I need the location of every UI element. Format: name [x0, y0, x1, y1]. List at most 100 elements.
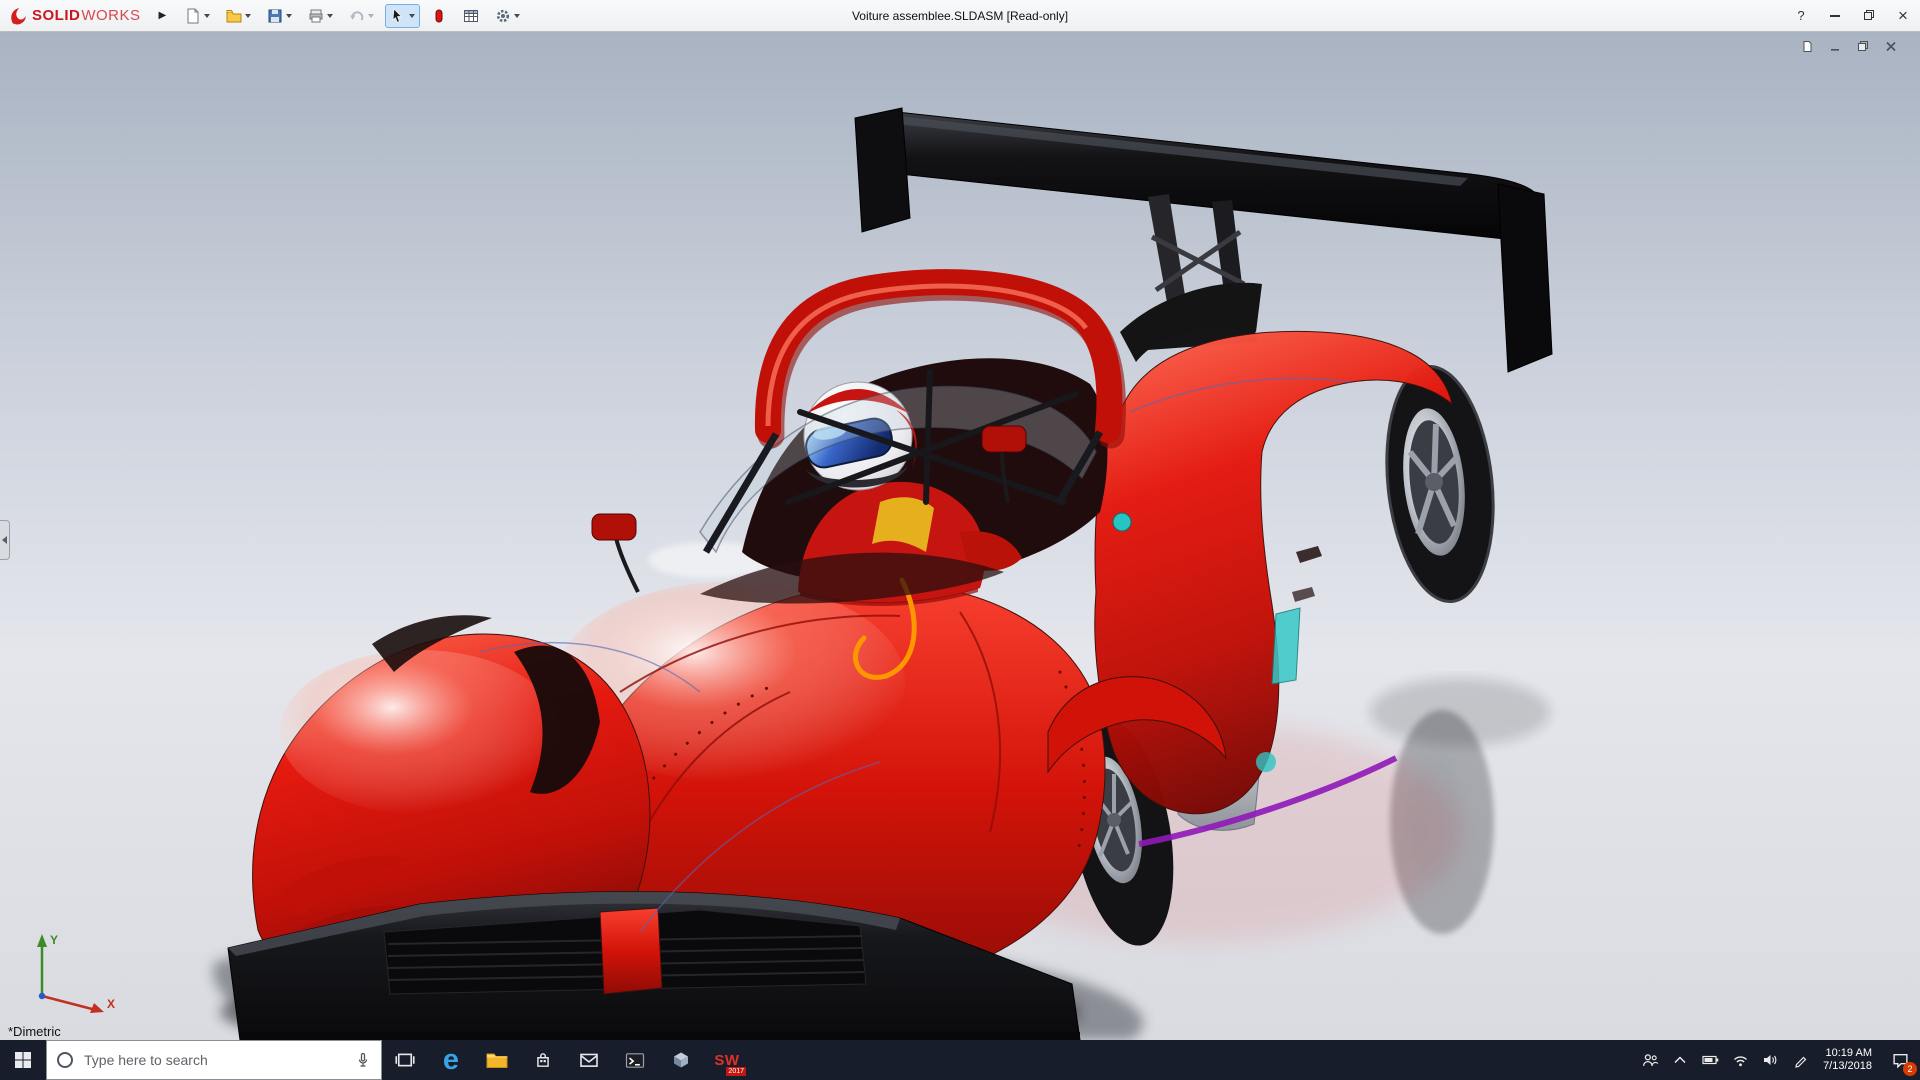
file-explorer-button[interactable] — [474, 1040, 520, 1080]
solidworks-app-icon: SW — [714, 1051, 740, 1069]
undo-button[interactable] — [344, 4, 379, 28]
dassault-ds-icon — [11, 7, 26, 24]
close-icon: × — [1898, 6, 1908, 25]
rear-wing[interactable] — [854, 107, 1553, 373]
clock-time: 10:19 AM — [1825, 1047, 1872, 1059]
pen-button[interactable] — [1785, 1040, 1815, 1080]
people-icon — [1642, 1054, 1658, 1066]
close-button[interactable]: × — [1886, 0, 1920, 31]
child-close-button[interactable] — [1880, 38, 1902, 55]
new-document-button[interactable] — [180, 4, 215, 28]
file-explorer-icon — [486, 1053, 508, 1068]
dropdown-arrow-icon[interactable] — [368, 13, 375, 18]
task-view-button[interactable] — [382, 1040, 428, 1080]
dropdown-arrow-icon[interactable] — [286, 13, 293, 18]
document-title: Voiture assemblee.SLDASM [Read-only] — [851, 8, 1069, 23]
solidworks-app-year: 2017 — [726, 1067, 746, 1076]
y-axis-label: Y — [50, 933, 58, 947]
document-window-controls — [1796, 38, 1902, 55]
dropdown-arrow-icon[interactable] — [514, 13, 521, 18]
left-mirror — [591, 513, 640, 593]
logo-text-works: WORKS — [81, 7, 141, 24]
child-restore-button[interactable] — [1852, 38, 1874, 55]
car-model[interactable] — [0, 32, 1920, 1040]
graphics-area[interactable]: Y X *Dimetric — [0, 32, 1920, 1040]
pen-icon — [1794, 1056, 1806, 1068]
task-view-icon — [395, 1053, 415, 1067]
speaker-icon — [1764, 1055, 1777, 1065]
search-input[interactable] — [82, 1051, 346, 1069]
restore-button[interactable] — [1852, 0, 1886, 31]
action-center-button[interactable]: 2 — [1880, 1040, 1920, 1080]
select-tool-button[interactable] — [385, 3, 421, 28]
child-minimize-button[interactable] — [1824, 38, 1846, 55]
child-restore-icon — [1858, 41, 1868, 51]
cube-app-button[interactable] — [658, 1040, 704, 1080]
print-icon — [309, 9, 323, 22]
store-button[interactable] — [520, 1040, 566, 1080]
mail-icon — [580, 1053, 598, 1067]
windows-taskbar: e SW 2017 — [0, 1040, 1920, 1080]
appearance-icon — [435, 9, 443, 22]
battery-button[interactable] — [1695, 1040, 1725, 1080]
dropdown-arrow-icon[interactable] — [245, 13, 252, 18]
quick-access-toolbar — [174, 0, 525, 31]
teal-gauge — [1112, 512, 1132, 532]
help-button[interactable]: ? — [1784, 0, 1818, 31]
child-close-icon — [1886, 41, 1896, 52]
volume-button[interactable] — [1755, 1040, 1785, 1080]
dropdown-arrow-icon[interactable] — [204, 13, 211, 18]
window-controls: ? × — [1784, 0, 1920, 31]
minimize-button[interactable] — [1818, 0, 1852, 31]
save-button[interactable] — [262, 4, 297, 28]
mail-button[interactable] — [566, 1040, 612, 1080]
windows-logo-icon — [15, 1052, 31, 1068]
system-tray: 10:19 AM 7/13/2018 2 — [1635, 1040, 1920, 1080]
x-axis-arrow — [90, 1003, 104, 1013]
start-button[interactable] — [0, 1040, 46, 1080]
print-button[interactable] — [303, 4, 338, 28]
options-button[interactable] — [490, 4, 525, 28]
restore-icon — [1863, 10, 1874, 20]
terminal-button[interactable] — [612, 1040, 658, 1080]
x-axis-label: X — [107, 997, 115, 1011]
microphone-icon[interactable] — [355, 1052, 371, 1068]
wifi-icon — [1733, 1056, 1747, 1067]
gear-icon — [497, 9, 510, 22]
logo-text-solid: SOLID — [32, 7, 81, 24]
cube-app-icon — [674, 1052, 688, 1068]
child-document-icon — [1803, 41, 1812, 52]
z-axis-dot — [38, 992, 46, 1000]
design-table-button[interactable] — [458, 4, 484, 28]
panel-flyout-handle[interactable] — [0, 520, 10, 560]
select-arrow-icon — [392, 7, 402, 23]
terminal-icon — [625, 1052, 645, 1068]
edge-icon: e — [442, 1043, 460, 1076]
people-button[interactable] — [1635, 1040, 1665, 1080]
dropdown-arrow-icon[interactable] — [327, 13, 334, 18]
new-document-icon — [187, 8, 199, 23]
menu-flyout-arrow[interactable]: ▶ — [151, 10, 175, 21]
appearance-button[interactable] — [426, 4, 452, 28]
clock-date: 7/13/2018 — [1823, 1060, 1872, 1072]
taskbar-clock[interactable]: 10:19 AM 7/13/2018 — [1815, 1040, 1880, 1080]
undo-icon — [350, 10, 364, 21]
rear-right-wheel[interactable] — [1376, 361, 1504, 607]
design-table-icon — [464, 9, 479, 22]
open-folder-icon — [226, 9, 242, 22]
dropdown-arrow-icon[interactable] — [409, 13, 416, 18]
minimize-icon — [1830, 14, 1840, 17]
save-icon — [268, 9, 282, 22]
orientation-triad[interactable]: Y X — [12, 926, 122, 1018]
child-document-button[interactable] — [1796, 38, 1818, 55]
hidden-icons-button[interactable] — [1665, 1040, 1695, 1080]
y-axis-arrow — [37, 934, 47, 947]
taskbar-search[interactable] — [46, 1040, 382, 1080]
store-icon — [537, 1053, 549, 1067]
edge-button[interactable]: e — [428, 1040, 474, 1080]
network-button[interactable] — [1725, 1040, 1755, 1080]
solidworks-logo: SOLID WORKS — [0, 0, 151, 31]
battery-icon — [1701, 1055, 1718, 1065]
solidworks-app-button[interactable]: SW 2017 — [704, 1040, 750, 1080]
open-button[interactable] — [221, 4, 256, 28]
